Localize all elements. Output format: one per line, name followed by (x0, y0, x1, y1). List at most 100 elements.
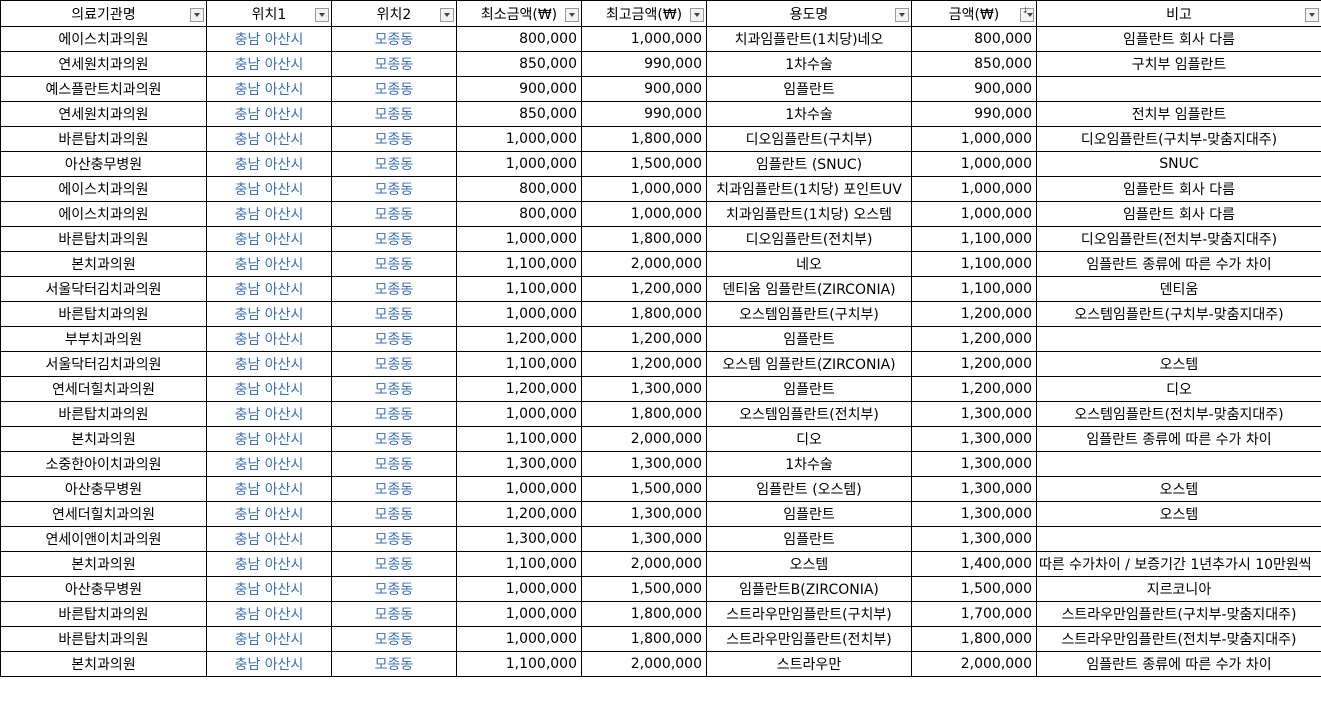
col-min-price-cell[interactable]: 1,100,000 (456, 276, 582, 302)
col-location2-cell[interactable]: 모종동 (331, 626, 457, 652)
filter-dropdown-icon[interactable] (440, 8, 454, 22)
col-hospital-name-cell[interactable]: 아산충무병원 (0, 151, 207, 177)
col-max-price-cell[interactable]: 1,000,000 (581, 176, 707, 202)
col-hospital-name-cell[interactable]: 본치과의원 (0, 426, 207, 452)
col-notes-cell[interactable]: 덴티움 (1036, 276, 1321, 302)
col-notes-cell[interactable] (1036, 451, 1321, 477)
col-min-price-cell[interactable]: 900,000 (456, 76, 582, 102)
col-usage-name-cell[interactable]: 스트라우만 (706, 651, 912, 677)
col-max-price-cell[interactable]: 1,800,000 (581, 626, 707, 652)
col-hospital-name-cell[interactable]: 예스플란트치과의원 (0, 76, 207, 102)
col-max-price-cell[interactable]: 2,000,000 (581, 251, 707, 277)
col-max-price-cell[interactable]: 1,800,000 (581, 226, 707, 252)
col-max-price-cell[interactable]: 2,000,000 (581, 651, 707, 677)
col-notes-cell[interactable]: 오스템 (1036, 476, 1321, 502)
col-amount-cell[interactable]: 1,200,000 (911, 351, 1037, 377)
col-location2-cell[interactable]: 모종동 (331, 576, 457, 602)
col-notes-cell[interactable]: 임플란트 종류에 따른 수가 차이 (1036, 651, 1321, 677)
col-notes-cell[interactable]: 오스템 (1036, 501, 1321, 527)
col-notes-cell[interactable]: 디오 (1036, 376, 1321, 402)
filter-dropdown-icon[interactable] (690, 8, 704, 22)
col-usage-name-cell[interactable]: 임플란트 (오스템) (706, 476, 912, 502)
col-min-price-cell[interactable]: 1,200,000 (456, 501, 582, 527)
col-amount-cell[interactable]: 1,800,000 (911, 626, 1037, 652)
col-notes-cell[interactable]: 오스템임플란트(전치부-맞춤지대주) (1036, 401, 1321, 427)
col-location1-cell[interactable]: 충남 아산시 (206, 501, 332, 527)
col-notes-cell[interactable]: 오스템 (1036, 351, 1321, 377)
col-usage-name-cell[interactable]: 임플란트 (SNUC) (706, 151, 912, 177)
col-location2-cell[interactable]: 모종동 (331, 51, 457, 77)
col-location2-cell[interactable]: 모종동 (331, 26, 457, 52)
col-max-price-cell[interactable]: 1,300,000 (581, 526, 707, 552)
col-hospital-name-cell[interactable]: 연세더힐치과의원 (0, 376, 207, 402)
col-location1-cell[interactable]: 충남 아산시 (206, 276, 332, 302)
filter-dropdown-icon[interactable] (315, 8, 329, 22)
col-notes-cell[interactable] (1036, 526, 1321, 552)
col-max-price-cell[interactable]: 1,800,000 (581, 401, 707, 427)
col-min-price-cell[interactable]: 1,000,000 (456, 626, 582, 652)
col-location1-cell[interactable]: 충남 아산시 (206, 576, 332, 602)
col-usage-name-cell[interactable]: 임플란트 (706, 501, 912, 527)
col-amount-cell[interactable]: 1,200,000 (911, 376, 1037, 402)
col-min-price-cell[interactable]: 850,000 (456, 51, 582, 77)
col-min-price-cell[interactable]: 1,100,000 (456, 551, 582, 577)
col-max-price-cell[interactable]: 1,200,000 (581, 351, 707, 377)
col-notes-cell[interactable]: SNUC (1036, 151, 1321, 177)
col-location2-cell[interactable]: 모종동 (331, 251, 457, 277)
col-usage-name-cell[interactable]: 디오임플란트(전치부) (706, 226, 912, 252)
col-max-price-cell[interactable]: 1,500,000 (581, 151, 707, 177)
col-min-price-cell[interactable]: 1,200,000 (456, 376, 582, 402)
col-location2-cell[interactable]: 모종동 (331, 76, 457, 102)
col-amount-cell[interactable]: 990,000 (911, 101, 1037, 127)
col-notes-cell[interactable]: 스트라우만임플란트(구치부-맞춤지대주) (1036, 601, 1321, 627)
col-amount-cell[interactable]: 1,300,000 (911, 451, 1037, 477)
col-location2-cell[interactable]: 모종동 (331, 526, 457, 552)
col-hospital-name-cell[interactable]: 바른탑치과의원 (0, 126, 207, 152)
filter-dropdown-icon[interactable] (565, 8, 579, 22)
col-hospital-name-cell[interactable]: 아산충무병원 (0, 476, 207, 502)
col-location2-cell[interactable]: 모종동 (331, 376, 457, 402)
col-hospital-name-cell[interactable]: 에이스치과의원 (0, 201, 207, 227)
col-location2-cell[interactable]: 모종동 (331, 476, 457, 502)
col-amount-cell[interactable]: 900,000 (911, 76, 1037, 102)
col-location2-cell[interactable]: 모종동 (331, 501, 457, 527)
col-min-price-cell[interactable]: 1,100,000 (456, 251, 582, 277)
sort-filter-icon[interactable] (1020, 6, 1034, 22)
col-usage-name-cell[interactable]: 오스템 임플란트(ZIRCONIA) (706, 351, 912, 377)
col-hospital-name-cell[interactable]: 본치과의원 (0, 251, 207, 277)
col-location2-cell[interactable]: 모종동 (331, 226, 457, 252)
col-location1-cell[interactable]: 충남 아산시 (206, 101, 332, 127)
col-hospital-name-cell[interactable]: 바른탑치과의원 (0, 626, 207, 652)
col-hospital-name-cell[interactable]: 연세원치과의원 (0, 101, 207, 127)
col-amount-cell[interactable]: 1,100,000 (911, 251, 1037, 277)
col-hospital-name-cell[interactable]: 연세원치과의원 (0, 51, 207, 77)
col-min-price-cell[interactable]: 1,100,000 (456, 651, 582, 677)
col-location1-cell[interactable]: 충남 아산시 (206, 251, 332, 277)
col-notes-cell[interactable] (1036, 326, 1321, 352)
col-location2-cell[interactable]: 모종동 (331, 201, 457, 227)
col-amount-cell[interactable]: 850,000 (911, 51, 1037, 77)
col-location2-cell[interactable]: 모종동 (331, 401, 457, 427)
col-notes-cell[interactable]: 전치부 임플란트 (1036, 101, 1321, 127)
col-amount-cell[interactable]: 1,500,000 (911, 576, 1037, 602)
col-max-price-cell[interactable]: 1,800,000 (581, 126, 707, 152)
col-amount-cell[interactable]: 1,000,000 (911, 201, 1037, 227)
col-location1-cell[interactable]: 충남 아산시 (206, 151, 332, 177)
col-notes-cell[interactable]: 오스템임플란트(구치부-맞춤지대주) (1036, 301, 1321, 327)
col-amount-cell[interactable]: 1,000,000 (911, 126, 1037, 152)
col-hospital-name-cell[interactable]: 서울닥터김치과의원 (0, 351, 207, 377)
col-location1-cell[interactable]: 충남 아산시 (206, 301, 332, 327)
col-usage-name-cell[interactable]: 스트라우만임플란트(전치부) (706, 626, 912, 652)
col-amount-cell[interactable]: 1,300,000 (911, 476, 1037, 502)
col-location1-cell[interactable]: 충남 아산시 (206, 551, 332, 577)
col-usage-name-cell[interactable]: 덴티움 임플란트(ZIRCONIA) (706, 276, 912, 302)
col-min-price-cell[interactable]: 1,000,000 (456, 401, 582, 427)
col-notes-cell[interactable] (1036, 76, 1321, 102)
col-min-price-cell[interactable]: 1,100,000 (456, 351, 582, 377)
col-location1-cell[interactable]: 충남 아산시 (206, 201, 332, 227)
col-max-price-cell[interactable]: 1,000,000 (581, 201, 707, 227)
col-min-price-cell[interactable]: 800,000 (456, 26, 582, 52)
col-hospital-name-cell[interactable]: 바른탑치과의원 (0, 226, 207, 252)
col-min-price-cell[interactable]: 1,000,000 (456, 126, 582, 152)
col-location2-cell[interactable]: 모종동 (331, 651, 457, 677)
